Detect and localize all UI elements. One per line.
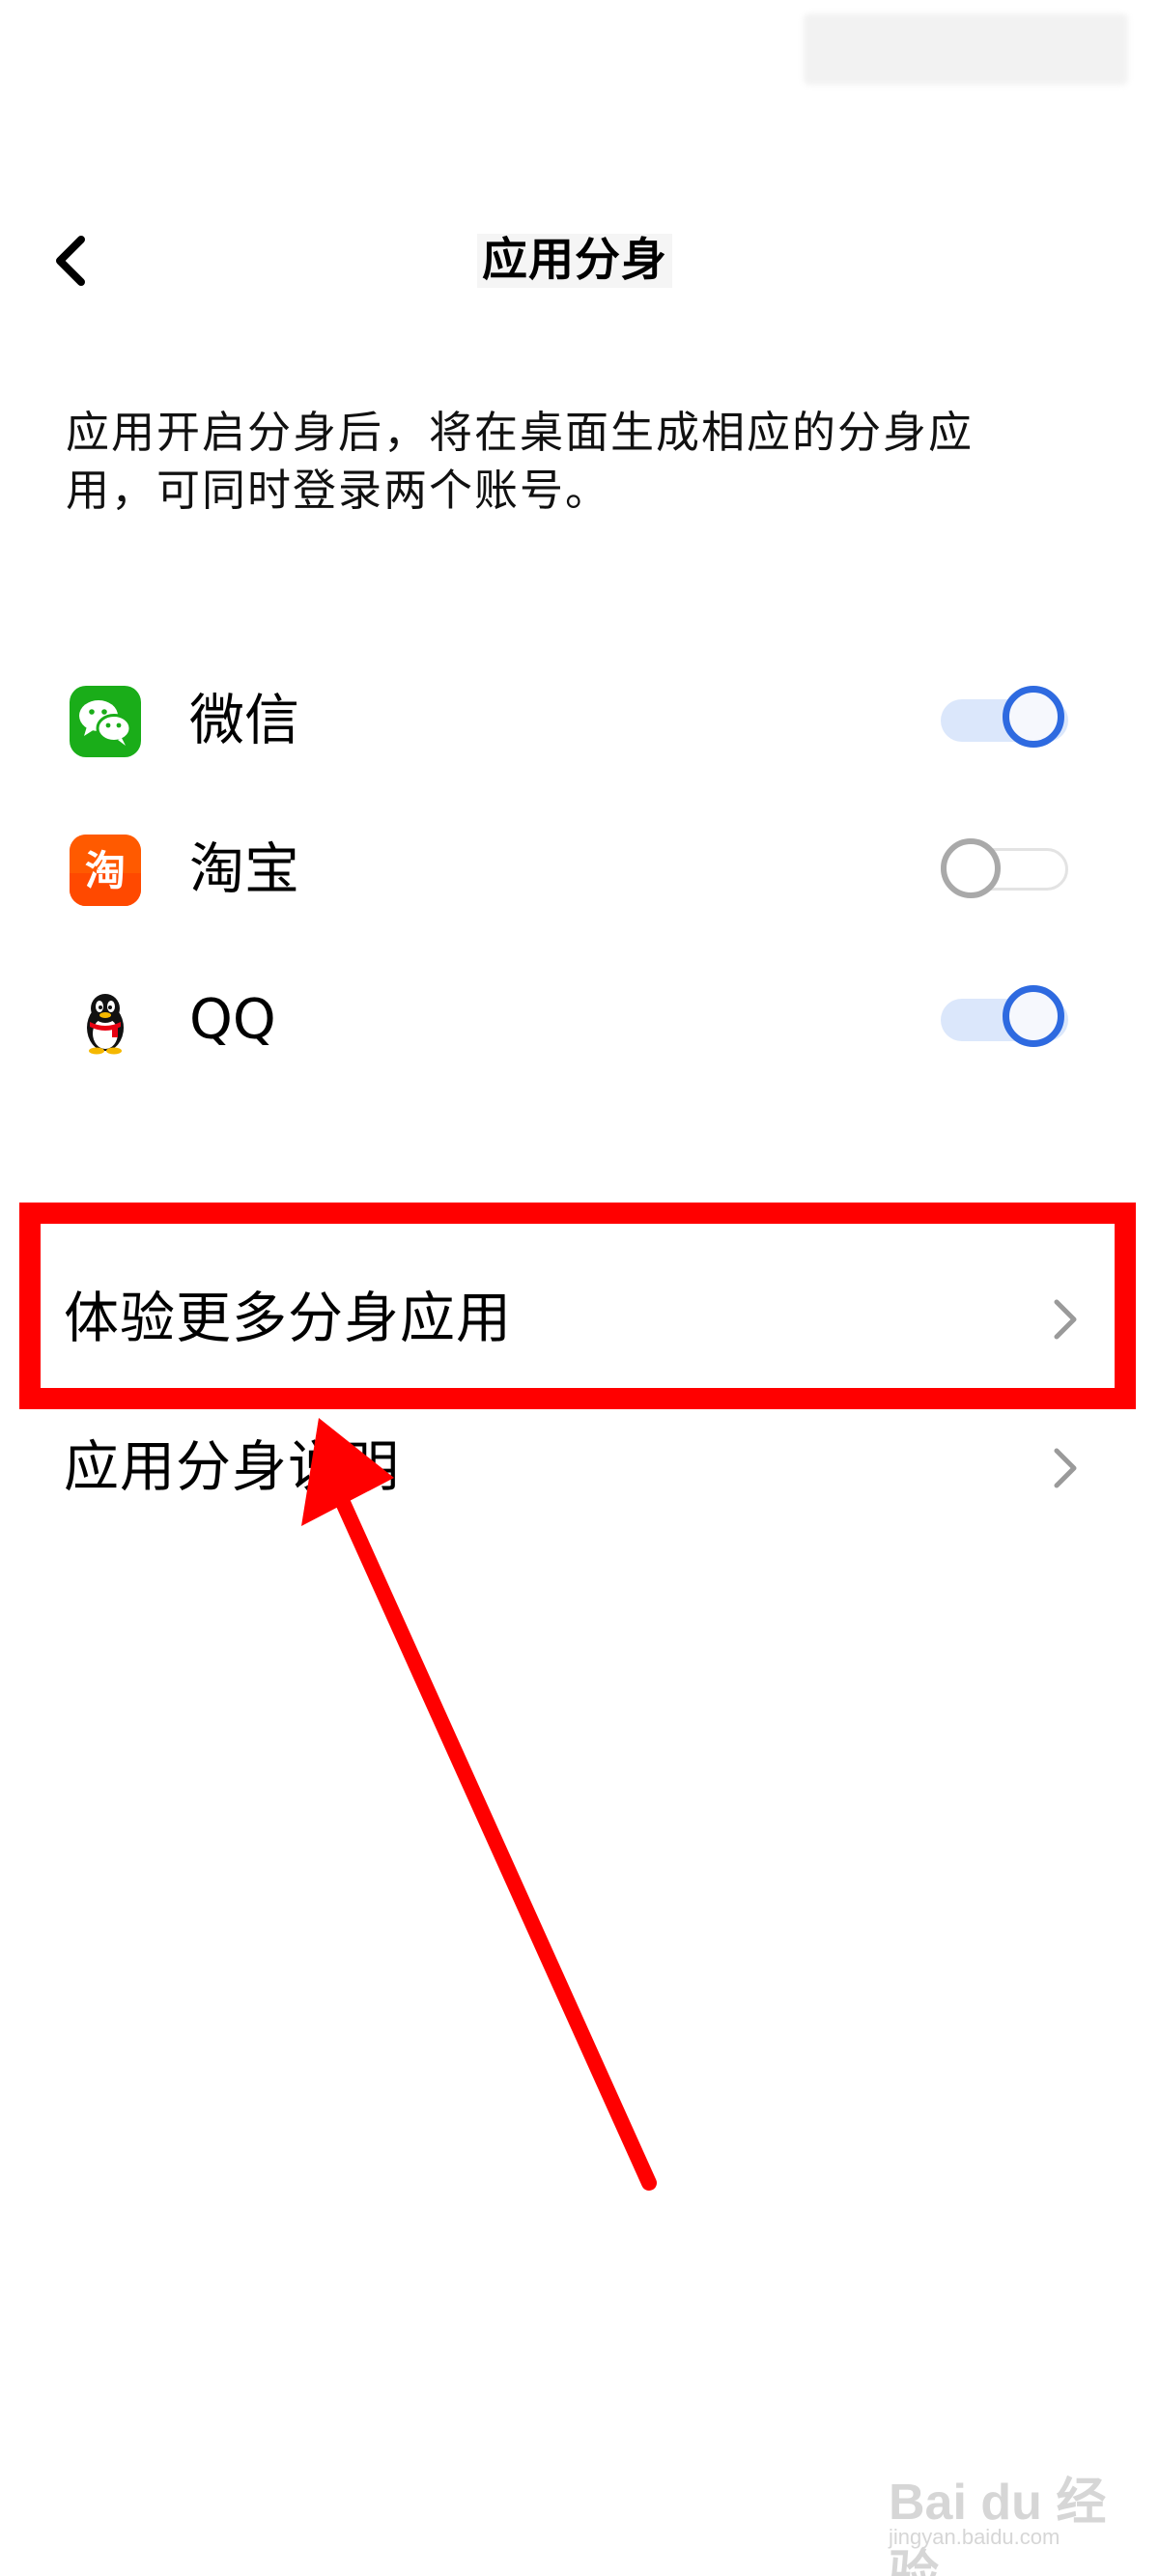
app-clone-info-label: 应用分身说明 [64,1435,400,1499]
description-text: 应用开启分身后，将在桌面生成相应的分身应用，可同时登录两个账号。 [66,407,975,516]
watermark-url: jingyan.baidu.com [889,2525,1060,2549]
app-name-wechat: 微信 [189,689,299,752]
back-button[interactable] [50,212,127,309]
qq-penguin-icon [70,985,141,1057]
header: 应用分身 [0,212,1159,309]
app-row-wechat: 微信 [0,663,1159,778]
app-clone-info-item[interactable]: 应用分身说明 [0,1404,1159,1530]
more-clone-apps-label: 体验更多分身应用 [64,1287,512,1350]
toggle-knob [1003,985,1064,1047]
toggle-knob [1003,686,1064,748]
taobao-icon: 淘 [70,835,141,906]
svg-text:淘: 淘 [85,847,126,894]
watermark: Bai du 经验 jingyan.baidu.com [889,2461,1140,2576]
app-name-qq: QQ [189,988,276,1052]
app-clone-settings-page: 应用分身 应用开启分身后，将在桌面生成相应的分身应用，可同时登录两个账号。 微信 [0,0,1159,2576]
qq-clone-toggle[interactable] [939,985,1072,1055]
taobao-clone-toggle[interactable] [939,835,1072,904]
watermark-logo-text: Bai du 经验 [889,2475,1107,2576]
status-bar-redacted [804,14,1128,85]
wechat-clone-toggle[interactable] [939,686,1072,755]
more-clone-apps-item[interactable]: 体验更多分身应用 [0,1256,1159,1381]
page-title: 应用分身 [477,234,672,288]
wechat-icon [70,686,141,757]
app-row-taobao: 淘 淘宝 [0,811,1159,927]
app-row-qq: QQ [0,962,1159,1078]
app-name-taobao: 淘宝 [189,837,299,901]
toggle-knob [941,838,1001,898]
chevron-right-icon [1054,1448,1077,1488]
chevron-left-icon [56,236,85,286]
chevron-right-icon [1054,1299,1077,1340]
